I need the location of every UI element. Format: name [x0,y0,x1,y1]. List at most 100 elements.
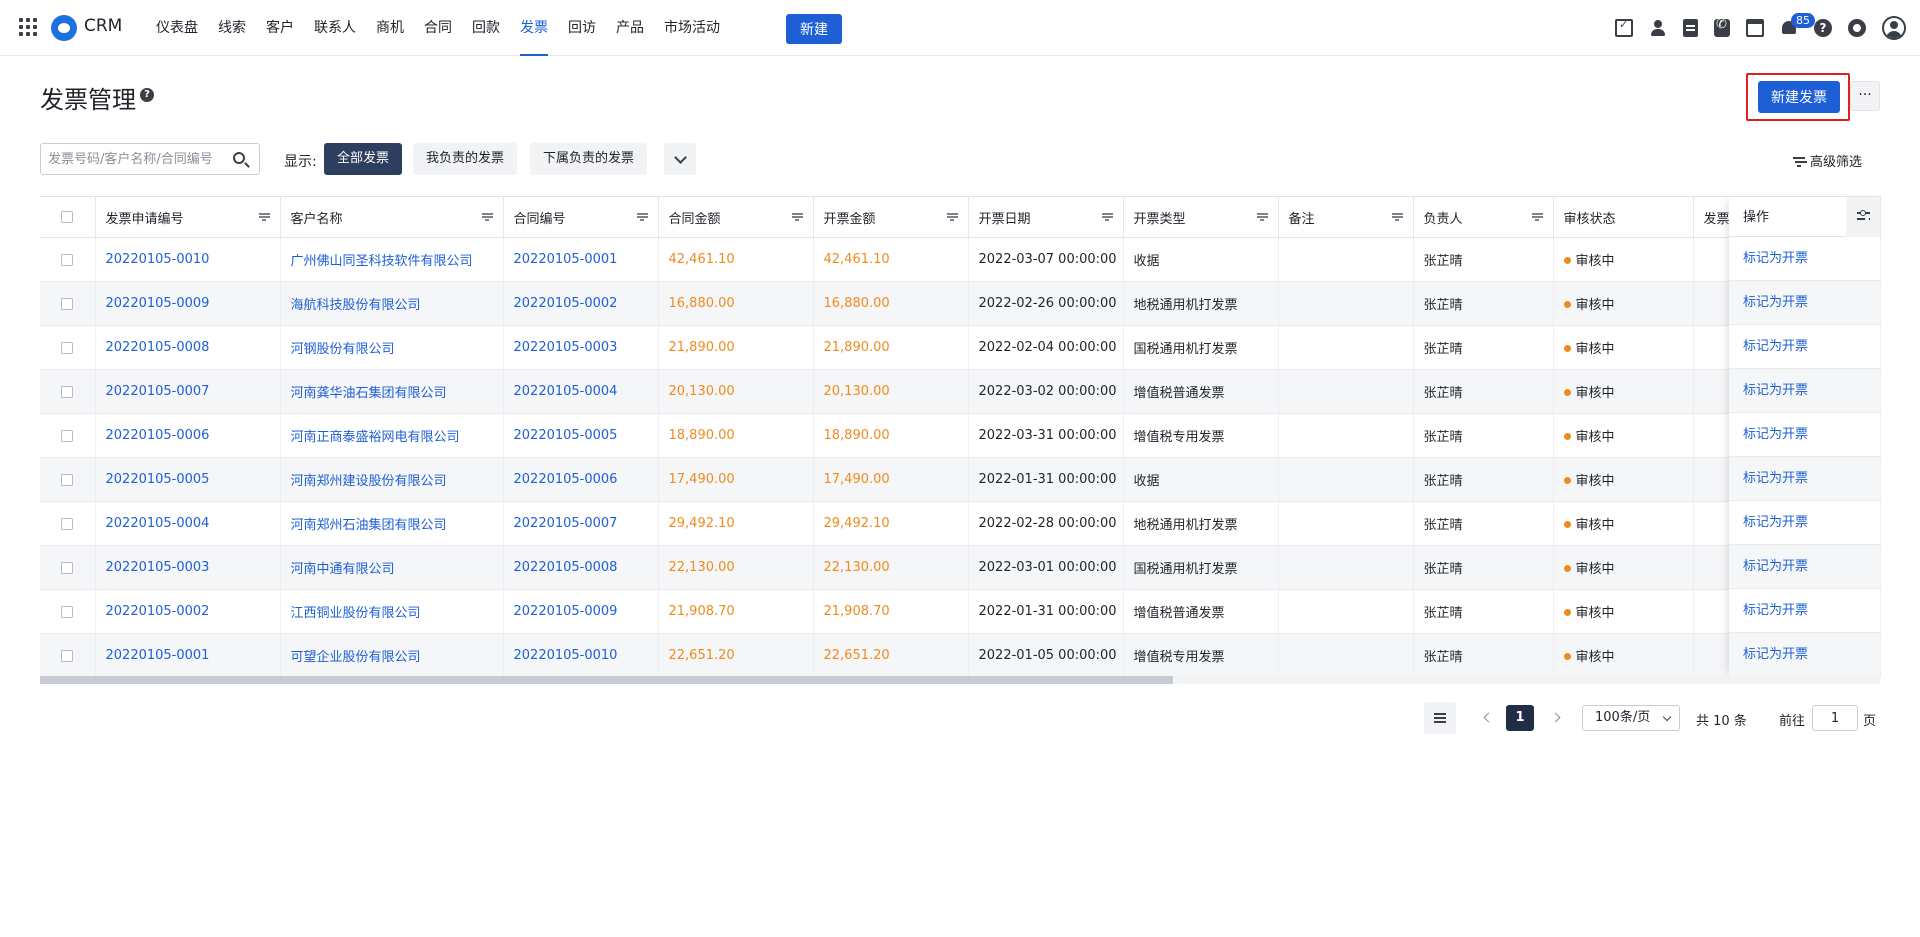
prev-page-chevron-icon[interactable] [1480,710,1494,726]
goto-page-input[interactable] [1812,705,1858,731]
column-header[interactable]: 负责人 [1413,196,1554,238]
row-checkbox[interactable] [61,429,74,442]
invoice-number-link[interactable]: 20220105-0005 [106,472,210,487]
table-row[interactable]: 20220105-0001 可望企业股份有限公司 20220105-0010 22,6… [40,633,1881,678]
contract-number-link[interactable]: 20220105-0003 [514,340,618,355]
contract-number-link[interactable]: 20220105-0010 [514,648,618,663]
segment-dropdown-chevron-icon[interactable] [664,143,696,175]
current-page-button[interactable]: 1 [1506,705,1534,731]
column-header[interactable]: 开票日期 [968,196,1124,238]
table-row[interactable]: 20220105-0007 河南龚华油石集团有限公司 20220105-0004 20… [40,369,1881,414]
pager-menu-icon[interactable] [1424,702,1456,734]
nav-item-contracts[interactable]: 合同 [414,0,462,56]
column-filter-icon[interactable] [258,213,270,221]
mark-invoiced-link[interactable]: 标记为开票 [1743,559,1808,574]
customer-name-link[interactable]: 江西铜业股份有限公司 [291,606,421,621]
customer-name-link[interactable]: 广州佛山同圣科技软件有限公司 [291,254,473,269]
contract-number-link[interactable]: 20220105-0008 [514,560,618,575]
document-icon[interactable] [1683,19,1698,37]
row-checkbox[interactable] [61,297,74,310]
invoice-number-link[interactable]: 20220105-0009 [106,296,210,311]
column-settings-icon[interactable] [1846,197,1880,237]
title-help-icon[interactable]: ? [140,88,154,102]
invoice-number-link[interactable]: 20220105-0007 [106,384,210,399]
invoice-number-link[interactable]: 20220105-0006 [106,428,210,443]
nav-item-followups[interactable]: 回访 [558,0,606,56]
table-row[interactable]: 20220105-0002 江西铜业股份有限公司 20220105-0009 21,9… [40,589,1881,634]
segment-subordinate-invoices[interactable]: 下属负责的发票 [530,143,648,175]
table-row[interactable]: 20220105-0006 河南正商泰盛裕网电有限公司 20220105-0005 1… [40,413,1881,458]
customer-name-link[interactable]: 河钢股份有限公司 [291,342,395,357]
customer-name-link[interactable]: 河南正商泰盛裕网电有限公司 [291,430,460,445]
column-header[interactable]: 客户名称 [280,196,504,238]
contract-number-link[interactable]: 20220105-0002 [514,296,618,311]
contract-number-link[interactable]: 20220105-0009 [514,604,618,619]
table-row[interactable]: 20220105-0005 河南郑州建设股份有限公司 20220105-0006 17… [40,457,1881,502]
invoice-number-link[interactable]: 20220105-0003 [106,560,210,575]
create-invoice-button[interactable]: 新建发票 [1758,81,1840,113]
table-row[interactable]: 20220105-0004 河南郑州石油集团有限公司 20220105-0007 29… [40,501,1881,546]
column-header[interactable]: 发票申请编号 [95,196,281,238]
help-icon[interactable]: ? [1814,19,1832,37]
gear-icon[interactable] [1848,19,1866,37]
global-new-button[interactable]: 新建 [786,14,842,44]
nav-item-leads[interactable]: 线索 [208,0,256,56]
customer-name-link[interactable]: 河南中通有限公司 [291,562,395,577]
mark-invoiced-link[interactable]: 标记为开票 [1743,603,1808,618]
scrollbar-thumb[interactable] [40,676,1173,684]
column-filter-icon[interactable] [1101,213,1113,221]
apps-grid-icon[interactable] [19,18,37,36]
column-filter-icon[interactable] [1391,213,1403,221]
column-filter-icon[interactable] [1531,213,1543,221]
column-filter-icon[interactable] [791,213,803,221]
customer-name-link[interactable]: 海航科技股份有限公司 [291,298,421,313]
invoice-number-link[interactable]: 20220105-0001 [106,648,210,663]
table-row[interactable]: 20220105-0009 海航科技股份有限公司 20220105-0002 16,8… [40,281,1881,326]
task-icon[interactable] [1615,18,1633,37]
row-checkbox[interactable] [61,517,74,530]
advanced-filter-button[interactable]: 高级筛选 [1793,151,1862,170]
row-checkbox[interactable] [61,341,74,354]
contract-number-link[interactable]: 20220105-0005 [514,428,618,443]
nav-item-products[interactable]: 产品 [606,0,654,56]
mark-invoiced-link[interactable]: 标记为开票 [1743,251,1808,266]
contract-number-link[interactable]: 20220105-0007 [514,516,618,531]
column-header[interactable]: 审核状态 [1553,196,1694,238]
invoice-number-link[interactable]: 20220105-0010 [106,252,210,267]
table-row[interactable]: 20220105-0003 河南中通有限公司 20220105-0008 22,130… [40,545,1881,590]
column-filter-icon[interactable] [636,213,648,221]
row-checkbox[interactable] [61,253,74,266]
mark-invoiced-link[interactable]: 标记为开票 [1743,383,1808,398]
customer-name-link[interactable]: 河南龚华油石集团有限公司 [291,386,447,401]
column-filter-icon[interactable] [1256,213,1268,221]
calendar-icon[interactable] [1746,19,1764,37]
mark-invoiced-link[interactable]: 标记为开票 [1743,471,1808,486]
nav-item-opportunities[interactable]: 商机 [366,0,414,56]
row-checkbox[interactable] [61,649,74,662]
contract-number-link[interactable]: 20220105-0006 [514,472,618,487]
customer-name-link[interactable]: 河南郑州石油集团有限公司 [291,518,447,533]
invoice-number-link[interactable]: 20220105-0008 [106,340,210,355]
table-row[interactable]: 20220105-0010 广州佛山同圣科技软件有限公司 20220105-0001… [40,237,1881,282]
column-header[interactable]: 合同金额 [658,196,814,238]
column-filter-icon[interactable] [946,213,958,221]
column-header[interactable]: 开票类型 [1123,196,1279,238]
invoice-number-link[interactable]: 20220105-0002 [106,604,210,619]
nav-item-dashboard[interactable]: 仪表盘 [146,0,208,56]
column-header[interactable]: 备注 [1278,196,1414,238]
mark-invoiced-link[interactable]: 标记为开票 [1743,647,1808,662]
customer-name-link[interactable]: 可望企业股份有限公司 [291,650,421,665]
nav-item-payments[interactable]: 回款 [462,0,510,56]
contract-number-link[interactable]: 20220105-0001 [514,252,618,267]
row-checkbox[interactable] [61,385,74,398]
row-checkbox[interactable] [61,473,74,486]
mark-invoiced-link[interactable]: 标记为开票 [1743,339,1808,354]
horizontal-scrollbar[interactable] [40,676,1880,684]
search-input[interactable] [41,144,227,174]
next-page-chevron-icon[interactable] [1550,710,1564,726]
contract-number-link[interactable]: 20220105-0004 [514,384,618,399]
row-checkbox[interactable] [61,605,74,618]
column-header[interactable]: 合同编号 [503,196,659,238]
customer-name-link[interactable]: 河南郑州建设股份有限公司 [291,474,447,489]
mark-invoiced-link[interactable]: 标记为开票 [1743,427,1808,442]
